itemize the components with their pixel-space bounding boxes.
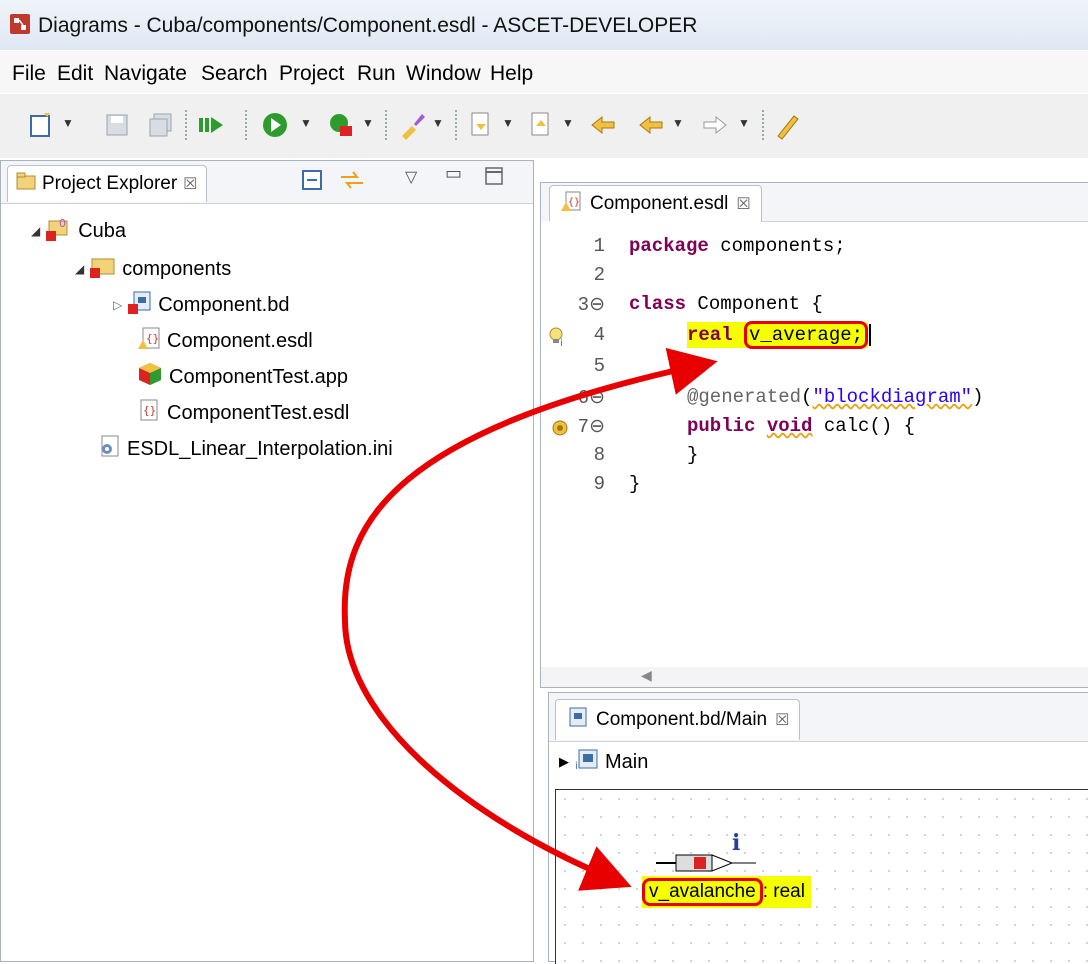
annotation-arrow-to-code <box>341 347 718 621</box>
annotation-arrow-overlay <box>341 347 718 891</box>
annotation-arrow-to-diagram <box>342 619 632 891</box>
